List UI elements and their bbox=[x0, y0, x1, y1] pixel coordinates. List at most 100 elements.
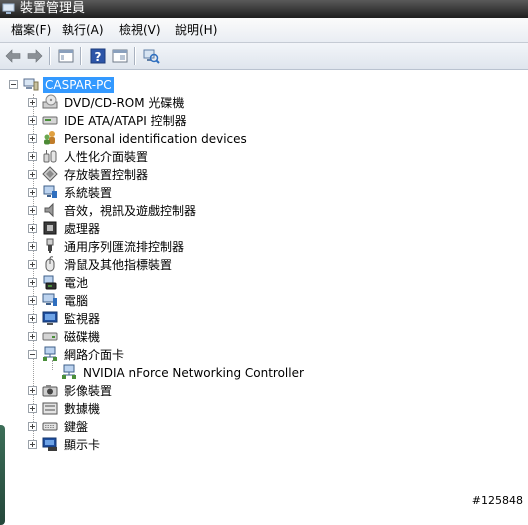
tree-node-ide-ata[interactable]: IDE ATA/ATAPI 控制器 bbox=[28, 112, 328, 130]
tree-node-label: Personal identification devices bbox=[64, 132, 247, 146]
title-bar: 裝置管理員 bbox=[0, 0, 528, 18]
view-pane-icon[interactable] bbox=[111, 47, 129, 65]
help-icon[interactable]: ? bbox=[89, 47, 107, 65]
expand-toggle[interactable] bbox=[28, 206, 37, 215]
window-title: 裝置管理員 bbox=[20, 1, 86, 16]
tree-node-label: 監視器 bbox=[64, 312, 101, 326]
expand-toggle[interactable] bbox=[28, 116, 37, 125]
expand-toggle[interactable] bbox=[28, 134, 37, 143]
mouse-icon bbox=[45, 256, 55, 272]
window-edge-decoration bbox=[0, 425, 5, 525]
tree-node-label: 顯示卡 bbox=[64, 438, 101, 452]
people-icon bbox=[44, 131, 55, 145]
tree-node-hid[interactable]: 人性化介面裝置 bbox=[28, 148, 328, 166]
tree-node-label: 系統裝置 bbox=[64, 186, 113, 200]
tree-node-dvd-cdrom[interactable]: DVD/CD-ROM 光碟機 bbox=[28, 94, 328, 112]
expand-toggle[interactable] bbox=[28, 98, 37, 107]
computer-icon bbox=[42, 293, 57, 306]
tree-node-label: 網路介面卡 bbox=[64, 348, 125, 362]
storage-controller-icon bbox=[42, 166, 58, 182]
properties-pane-icon[interactable] bbox=[57, 47, 75, 65]
expand-toggle[interactable] bbox=[28, 422, 37, 431]
tree-leaf-nvidia-network[interactable]: NVIDIA nForce Networking Controller bbox=[47, 364, 377, 382]
expand-toggle[interactable] bbox=[28, 260, 37, 269]
expand-toggle[interactable] bbox=[28, 314, 37, 323]
svg-text:?: ? bbox=[95, 50, 102, 64]
collapse-toggle[interactable] bbox=[9, 80, 18, 89]
toolbar: ? bbox=[0, 43, 528, 70]
expand-toggle[interactable] bbox=[28, 152, 37, 161]
dvd-drive-icon bbox=[42, 94, 58, 109]
tree-node-system-devices[interactable]: 系統裝置 bbox=[28, 184, 328, 202]
tree-root-label[interactable]: CASPAR-PC bbox=[43, 77, 114, 93]
expand-toggle[interactable] bbox=[28, 440, 37, 449]
toolbar-separator bbox=[49, 47, 51, 65]
tree-node-processors[interactable]: 處理器 bbox=[28, 220, 328, 238]
ide-controller-icon bbox=[42, 116, 58, 125]
tree-node-imaging-devices[interactable]: 影像裝置 bbox=[28, 382, 328, 400]
tree-node-label: 影像裝置 bbox=[64, 384, 113, 398]
tree-node-label: 磁碟機 bbox=[64, 330, 101, 344]
tree-node-label: 人性化介面裝置 bbox=[64, 150, 149, 164]
tree-node-label: 音效，視訊及遊戲控制器 bbox=[64, 204, 197, 218]
menu-bar: 檔案(F) 執行(A) 檢視(V) 說明(H) bbox=[0, 18, 528, 43]
expand-toggle[interactable] bbox=[28, 296, 37, 305]
expand-toggle[interactable] bbox=[28, 242, 37, 251]
expand-toggle[interactable] bbox=[28, 170, 37, 179]
tree-node-modems[interactable]: 數據機 bbox=[28, 400, 328, 418]
scan-hardware-icon[interactable] bbox=[142, 47, 160, 65]
toolbar-separator bbox=[134, 47, 136, 65]
computer-icon bbox=[23, 78, 39, 91]
keyboard-icon bbox=[42, 422, 58, 431]
expand-toggle[interactable] bbox=[28, 386, 37, 395]
tree-node-label: IDE ATA/ATAPI 控制器 bbox=[64, 114, 187, 128]
tree-node-display-adapters[interactable]: 顯示卡 bbox=[28, 436, 328, 454]
tree-node-network-adapters[interactable]: 網路介面卡 bbox=[28, 346, 328, 364]
tree-node-usb[interactable]: 通用序列匯流排控制器 bbox=[28, 238, 328, 256]
menu-help[interactable]: 說明(H) bbox=[173, 23, 219, 37]
tree-node-monitors[interactable]: 監視器 bbox=[28, 310, 328, 328]
expand-toggle[interactable] bbox=[28, 224, 37, 233]
tree-node-label: 鍵盤 bbox=[64, 420, 89, 434]
camera-icon bbox=[42, 385, 58, 397]
network-adapter-icon bbox=[43, 346, 57, 361]
network-adapter-icon bbox=[62, 364, 76, 379]
tree-node-label: 存放裝置控制器 bbox=[64, 168, 149, 182]
menu-view[interactable]: 檢視(V) bbox=[117, 23, 163, 37]
expand-toggle[interactable] bbox=[28, 332, 37, 341]
device-tree: CASPAR-PC DVD/CD-ROM 光碟機 IDE ATA/ATAPI 控… bbox=[0, 70, 528, 525]
system-device-icon bbox=[43, 185, 57, 198]
hid-icon bbox=[43, 150, 57, 163]
tree-node-batteries[interactable]: 電池 bbox=[28, 274, 328, 292]
tree-node-sound-video-game[interactable]: 音效，視訊及遊戲控制器 bbox=[28, 202, 328, 220]
tree-node-label: NVIDIA nForce Networking Controller bbox=[83, 366, 304, 380]
expand-toggle[interactable] bbox=[28, 188, 37, 197]
tree-node-personal-id[interactable]: Personal identification devices bbox=[28, 130, 328, 148]
expand-toggle[interactable] bbox=[28, 404, 37, 413]
tree-root-computer[interactable]: CASPAR-PC bbox=[9, 76, 309, 94]
tree-node-label: 滑鼠及其他指標裝置 bbox=[64, 258, 173, 272]
image-watermark: #125848 bbox=[471, 494, 523, 507]
tree-node-label: 處理器 bbox=[64, 222, 101, 236]
speaker-icon bbox=[44, 202, 54, 218]
tree-node-keyboards[interactable]: 鍵盤 bbox=[28, 418, 328, 436]
tree-node-mice[interactable]: 滑鼠及其他指標裝置 bbox=[28, 256, 328, 274]
collapse-toggle[interactable] bbox=[28, 350, 37, 359]
expand-toggle[interactable] bbox=[28, 278, 37, 287]
tree-node-storage-controller[interactable]: 存放裝置控制器 bbox=[28, 166, 328, 184]
menu-file[interactable]: 檔案(F) bbox=[9, 23, 53, 37]
battery-icon bbox=[43, 275, 57, 290]
disk-drive-icon bbox=[42, 332, 58, 341]
processor-icon bbox=[43, 221, 57, 235]
tree-node-label: 數據機 bbox=[64, 402, 101, 416]
forward-arrow-icon[interactable] bbox=[26, 47, 44, 65]
toolbar-separator bbox=[80, 47, 82, 65]
tree-node-label: 通用序列匯流排控制器 bbox=[64, 240, 185, 254]
tree-node-computer[interactable]: 電腦 bbox=[28, 292, 328, 310]
back-arrow-icon[interactable] bbox=[4, 47, 22, 65]
device-manager-icon bbox=[2, 3, 15, 14]
tree-node-label: 電腦 bbox=[64, 294, 89, 308]
monitor-icon bbox=[42, 311, 58, 325]
menu-action[interactable]: 執行(A) bbox=[60, 23, 106, 37]
tree-node-disk-drives[interactable]: 磁碟機 bbox=[28, 328, 328, 346]
